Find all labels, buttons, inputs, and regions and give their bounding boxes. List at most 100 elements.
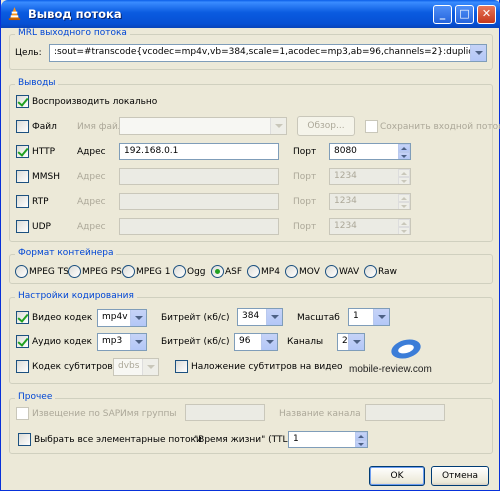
mmsh-checkbox[interactable] <box>16 170 29 183</box>
close-button[interactable]: ✕ <box>477 5 496 24</box>
ttl-label: "Время жизни" (TTL) <box>194 435 291 445</box>
mmsh-address-field[interactable] <box>119 168 279 185</box>
radio-asf[interactable] <box>211 265 224 278</box>
sap-label: Извещение по SAP <box>32 409 121 419</box>
sap-checkbox[interactable] <box>16 407 29 420</box>
play-locally-checkbox[interactable] <box>16 95 29 108</box>
chevron-down-icon[interactable] <box>261 334 277 350</box>
video-bitrate-select[interactable]: 384 <box>237 308 283 326</box>
radio-mov-label: MOV <box>299 267 320 277</box>
channel-name-label: Название канала <box>279 409 361 419</box>
rtp-address-field[interactable] <box>119 193 279 210</box>
spin-arrows-icon[interactable] <box>398 219 410 234</box>
chevron-down-icon[interactable] <box>130 310 146 326</box>
spin-arrows-icon[interactable] <box>398 194 410 209</box>
chevron-down-icon[interactable] <box>470 45 486 61</box>
udp-port-spinner[interactable]: 1234 <box>329 218 411 235</box>
subtitle-overlay-checkbox[interactable] <box>175 360 188 373</box>
http-label: HTTP <box>32 147 56 157</box>
spin-arrows-icon[interactable] <box>355 432 367 447</box>
http-port-value: 8080 <box>334 146 357 156</box>
subtitles-codec-label: Кодек субтитров <box>32 362 113 372</box>
audio-codec-select[interactable]: mp3 <box>97 333 147 351</box>
title-bar[interactable]: Вывод потока _ □ ✕ <box>1 0 500 28</box>
audio-bitrate-select[interactable]: 96 <box>234 333 278 351</box>
radio-raw-label: Raw <box>378 267 397 277</box>
vlc-cone-icon <box>8 6 21 21</box>
file-name-combobox[interactable] <box>119 117 287 135</box>
radio-mpeg-ps[interactable] <box>68 265 81 278</box>
video-bitrate-label: Битрейт (кб/с) <box>161 313 230 323</box>
ttl-value: 1 <box>293 434 299 444</box>
minimize-button[interactable]: _ <box>433 5 452 24</box>
select-all-es-checkbox[interactable] <box>18 433 31 446</box>
play-locally-label: Воспроизводить локально <box>32 97 158 107</box>
scale-select[interactable]: 1 <box>348 308 390 326</box>
udp-port-value: 1234 <box>334 221 357 231</box>
file-label: Файл <box>32 122 57 132</box>
radio-mpeg-ts[interactable] <box>15 265 28 278</box>
udp-address-field[interactable] <box>119 218 279 235</box>
chevron-down-icon[interactable] <box>373 309 389 325</box>
subtitles-codec-select[interactable]: dvbs <box>113 358 159 376</box>
target-label: Цель: <box>15 48 42 58</box>
channels-value: 2 <box>342 336 348 346</box>
spin-arrows-icon[interactable] <box>398 144 410 159</box>
chevron-down-icon[interactable] <box>348 334 364 350</box>
mmsh-port-spinner[interactable]: 1234 <box>329 168 411 185</box>
mmsh-port-value: 1234 <box>334 171 357 181</box>
mmsh-address-label: Адрес <box>77 172 106 182</box>
browse-button[interactable]: Обзор... <box>297 116 355 136</box>
radio-mpeg-1[interactable] <box>122 265 135 278</box>
udp-label: UDP <box>32 222 51 232</box>
chevron-down-icon[interactable] <box>142 359 158 375</box>
ok-button[interactable]: OK <box>369 466 425 486</box>
udp-checkbox[interactable] <box>16 220 29 233</box>
file-checkbox[interactable] <box>16 120 29 133</box>
audio-bitrate-value: 96 <box>239 336 251 346</box>
audio-codec-value: mp3 <box>102 336 123 346</box>
radio-mov[interactable] <box>285 265 298 278</box>
http-port-spinner[interactable]: 8080 <box>329 143 411 160</box>
rtp-label: RTP <box>32 197 49 207</box>
group-name-field[interactable] <box>185 404 265 421</box>
chevron-down-icon[interactable] <box>130 334 146 350</box>
chevron-down-icon[interactable] <box>270 118 286 134</box>
chevron-down-icon[interactable] <box>266 309 282 325</box>
http-checkbox[interactable] <box>16 145 29 158</box>
channels-select[interactable]: 2 <box>337 333 365 351</box>
subtitles-codec-checkbox[interactable] <box>16 360 29 373</box>
radio-mpeg-ps-label: MPEG PS <box>82 267 122 277</box>
radio-mp4-label: MP4 <box>261 267 280 277</box>
keep-input-checkbox[interactable] <box>365 120 378 133</box>
rtp-checkbox[interactable] <box>16 195 29 208</box>
video-codec-select[interactable]: mp4v <box>97 309 147 327</box>
mmsh-label: MMSH <box>32 172 61 182</box>
container-group-title: Формат контейнера <box>15 248 117 258</box>
radio-ogg[interactable] <box>173 265 186 278</box>
radio-raw[interactable] <box>364 265 377 278</box>
audio-bitrate-label: Битрейт (кб/с) <box>161 337 230 347</box>
rtp-port-label: Порт <box>293 197 317 207</box>
subtitle-overlay-label: Наложение субтитров на видео <box>191 362 343 372</box>
cancel-button[interactable]: Отмена <box>431 466 489 486</box>
rtp-port-spinner[interactable]: 1234 <box>329 193 411 210</box>
video-codec-checkbox[interactable] <box>16 311 29 324</box>
audio-codec-label: Аудио кодек <box>32 337 93 347</box>
maximize-button[interactable]: □ <box>455 5 474 24</box>
watermark-text: mobile-review.com <box>349 364 432 375</box>
channel-name-field[interactable] <box>365 404 445 421</box>
audio-codec-checkbox[interactable] <box>16 335 29 348</box>
http-address-label: Адрес <box>77 147 106 157</box>
target-combobox[interactable]: :sout=#transcode{vcodec=mp4v,vb=384,scal… <box>49 44 487 62</box>
http-address-field[interactable]: 192.168.0.1 <box>119 143 279 160</box>
spin-arrows-icon[interactable] <box>398 169 410 184</box>
radio-mpeg-1-label: MPEG 1 <box>136 267 171 277</box>
video-codec-value: mp4v <box>102 312 128 322</box>
rtp-address-label: Адрес <box>77 197 106 207</box>
http-port-label: Порт <box>293 147 317 157</box>
radio-wav[interactable] <box>325 265 338 278</box>
ttl-spinner[interactable]: 1 <box>288 431 368 448</box>
udp-address-label: Адрес <box>77 222 106 232</box>
radio-mp4[interactable] <box>247 265 260 278</box>
